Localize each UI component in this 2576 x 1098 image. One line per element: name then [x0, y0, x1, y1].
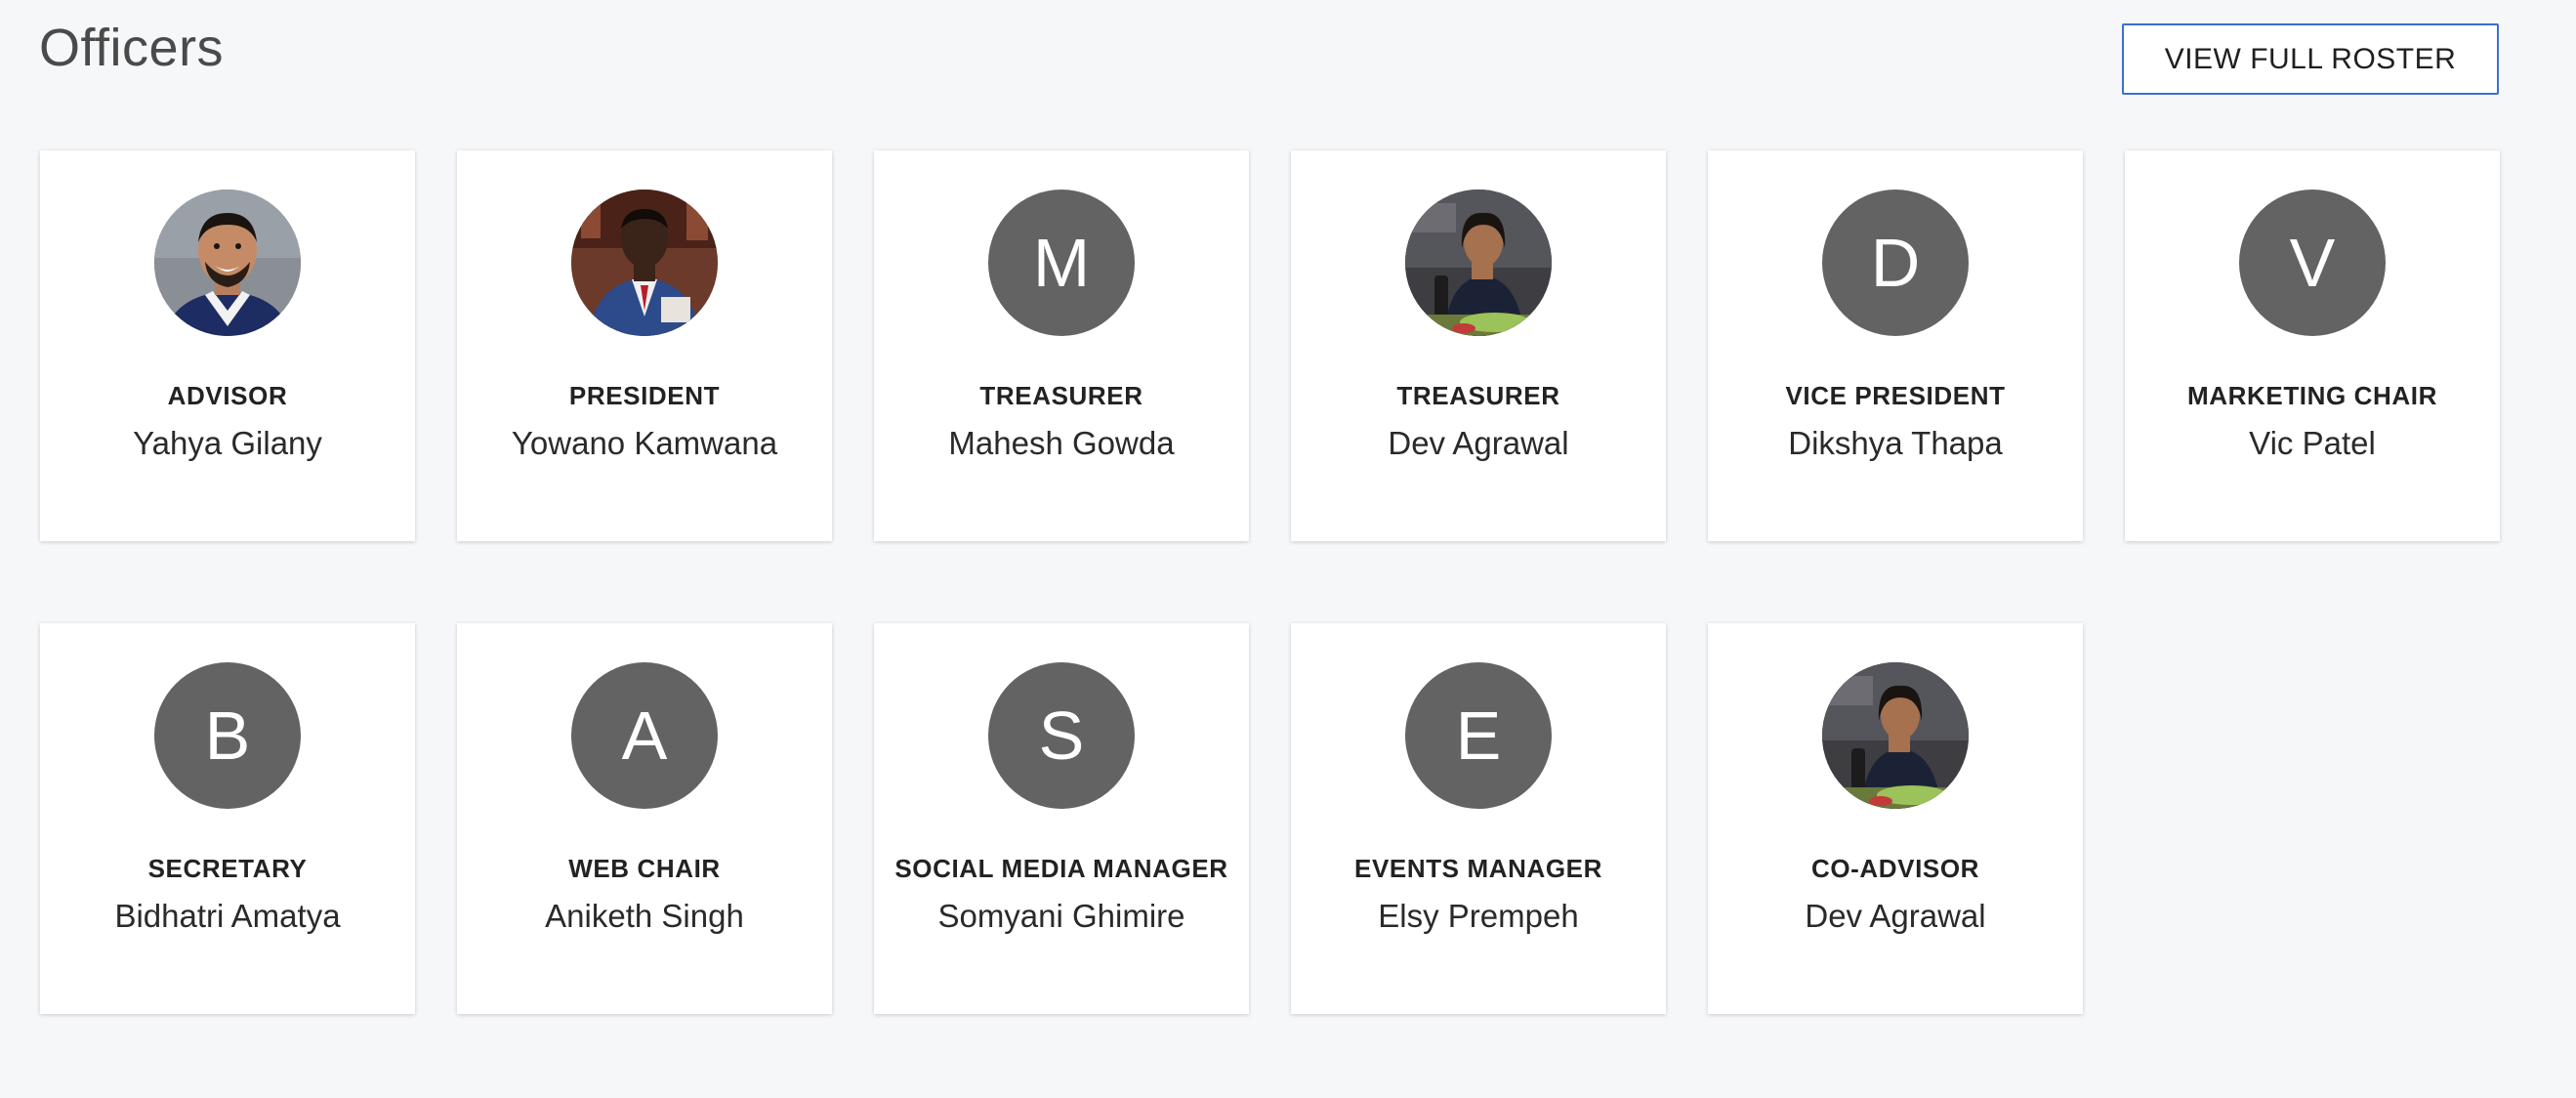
officer-role: VICE PRESIDENT [1785, 381, 2006, 410]
officer-card[interactable]: PRESIDENT Yowano Kamwana [457, 150, 832, 541]
officer-name: Yowano Kamwana [511, 425, 778, 461]
officer-card[interactable]: S SOCIAL MEDIA MANAGER Somyani Ghimire [874, 623, 1249, 1014]
officer-role: MARKETING CHAIR [2187, 381, 2437, 410]
avatar-placeholder: D [1822, 190, 1969, 336]
officer-name: Yahya Gilany [133, 425, 322, 461]
officer-role: SECRETARY [147, 854, 308, 883]
person-photo-desk-icon [1822, 662, 1969, 809]
officer-role: ADVISOR [167, 381, 288, 410]
officer-role: EVENTS MANAGER [1354, 854, 1602, 883]
officer-role: SOCIAL MEDIA MANAGER [894, 854, 1228, 883]
officer-name: Bidhatri Amatya [114, 898, 341, 934]
officer-card[interactable]: TREASURER Dev Agrawal [1291, 150, 1666, 541]
officer-name: Somyani Ghimire [937, 898, 1185, 934]
avatar-initial: S [1038, 697, 1085, 774]
officers-section: Officers VIEW FULL ROSTER ADVISOR Yahya … [0, 0, 2576, 1098]
avatar-initial: A [621, 697, 668, 774]
officer-card[interactable]: B SECRETARY Bidhatri Amatya [40, 623, 415, 1014]
officer-role: TREASURER [1396, 381, 1560, 410]
officer-name: Elsy Prempeh [1378, 898, 1579, 934]
avatar-placeholder: M [988, 190, 1135, 336]
avatar-placeholder: V [2239, 190, 2386, 336]
officer-card[interactable]: ADVISOR Yahya Gilany [40, 150, 415, 541]
officer-name: Dev Agrawal [1388, 425, 1569, 461]
officer-name: Dikshya Thapa [1788, 425, 2003, 461]
avatar [571, 190, 718, 336]
officer-card[interactable]: D VICE PRESIDENT Dikshya Thapa [1708, 150, 2083, 541]
avatar-initial: B [204, 697, 251, 774]
avatar-placeholder: S [988, 662, 1135, 809]
officer-name: Mahesh Gowda [948, 425, 1175, 461]
officer-name: Aniketh Singh [545, 898, 744, 934]
officer-role: PRESIDENT [568, 381, 721, 410]
person-photo-blue-shirt-icon [154, 190, 301, 336]
officer-card[interactable]: M TREASURER Mahesh Gowda [874, 150, 1249, 541]
avatar-placeholder: E [1405, 662, 1552, 809]
avatar-placeholder: B [154, 662, 301, 809]
avatar [154, 190, 301, 336]
officer-card[interactable]: E EVENTS MANAGER Elsy Prempeh [1291, 623, 1666, 1014]
avatar [1405, 190, 1552, 336]
officer-role: CO-ADVISOR [1810, 854, 1980, 883]
officer-card[interactable]: V MARKETING CHAIR Vic Patel [2125, 150, 2500, 541]
officer-name: Vic Patel [2249, 425, 2376, 461]
officer-card[interactable]: CO-ADVISOR Dev Agrawal [1708, 623, 2083, 1014]
person-photo-desk-icon [1405, 190, 1552, 336]
officer-grid: ADVISOR Yahya Gilany PRESIDENT Yowano Ka… [40, 150, 2501, 1014]
avatar-initial: M [1032, 225, 1091, 301]
avatar-placeholder: A [571, 662, 718, 809]
person-photo-blue-suit-icon [571, 190, 718, 336]
section-title: Officers [39, 19, 225, 77]
avatar-initial: D [1870, 225, 1921, 301]
avatar-initial: E [1455, 697, 1502, 774]
officer-card[interactable]: A WEB CHAIR Aniketh Singh [457, 623, 832, 1014]
avatar-initial: V [2289, 225, 2336, 301]
officer-role: WEB CHAIR [568, 854, 721, 883]
officer-role: TREASURER [979, 381, 1143, 410]
officer-name: Dev Agrawal [1805, 898, 1986, 934]
avatar [1822, 662, 1969, 809]
view-full-roster-button[interactable]: VIEW FULL ROSTER [2122, 23, 2499, 95]
